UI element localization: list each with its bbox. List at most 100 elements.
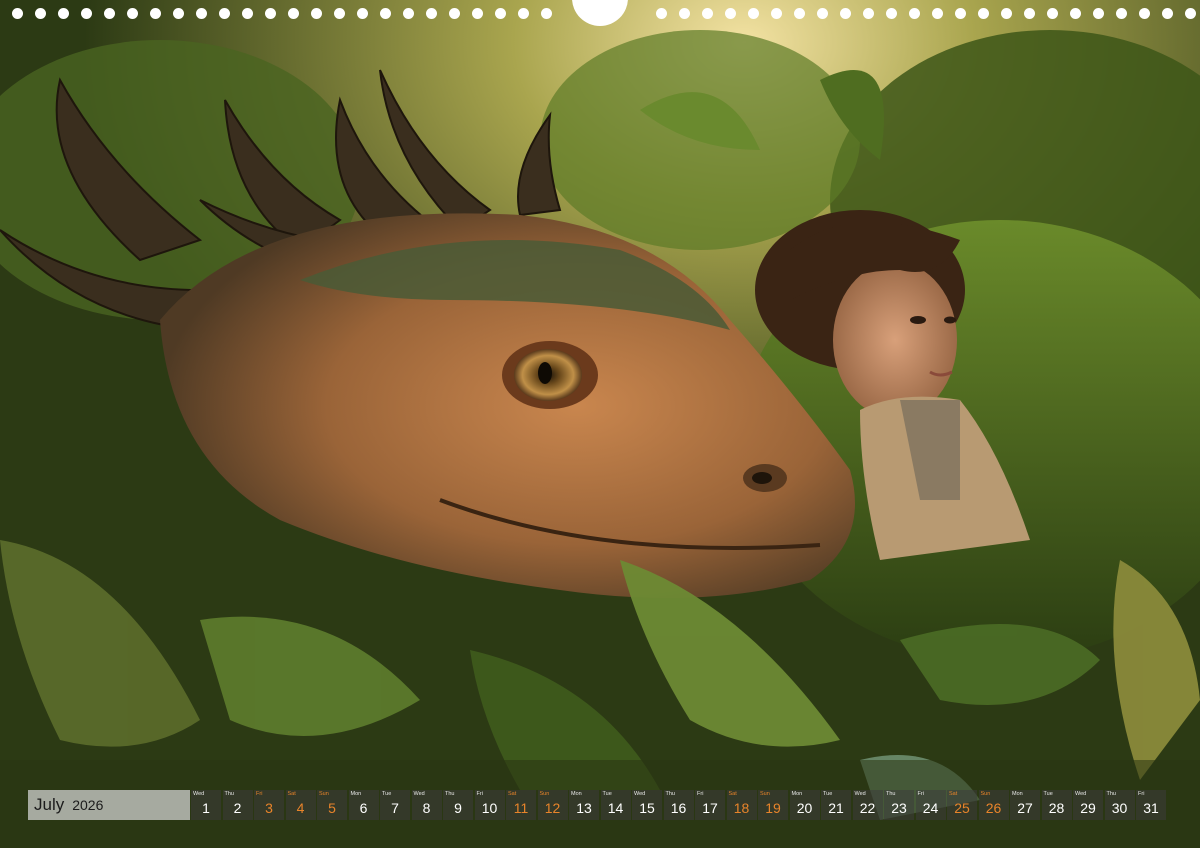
binding-hole [794,8,805,19]
binding-hole [1093,8,1104,19]
binding-hole [1070,8,1081,19]
weekday-label: Tue [1043,791,1053,797]
binding-hole [35,8,46,19]
day-cell: Sun 26 [978,790,1009,820]
weekday-label: Thu [445,791,455,797]
day-number: 1 [202,800,210,816]
day-number: 6 [359,800,368,816]
weekday-label: Tue [823,791,833,797]
binding-hole [311,8,322,19]
day-cell: Sun 12 [537,790,568,820]
day-cell: Tue 28 [1041,790,1072,820]
day-cell: Thu 30 [1104,790,1135,820]
weekday-label: Sat [728,791,737,797]
binding-hole [219,8,230,19]
binding-hole [541,8,552,19]
binding-hole [472,8,483,19]
day-cells: Wed 1 Thu 2 Fri 3 Sat 4 Sun 5 Mon 6 Tue 7 Wed 8 Thu 9 Fri 1… [191,790,1168,820]
day-cell: Thu 2 [222,790,253,820]
day-cell: Fri 17 [695,790,725,820]
day-cell: Sat 4 [285,790,316,820]
weekday-label: Fri [476,791,483,797]
weekday-label: Thu [886,791,896,797]
weekday-label: Sat [287,791,296,797]
binding-hole [932,8,943,19]
weekday-label: Tue [602,791,612,797]
weekday-label: Wed [193,791,205,797]
weekday-label: Sat [949,791,958,797]
weekday-label: Sat [508,791,517,797]
weekday-label: Wed [634,791,646,797]
binding-hole [150,8,161,19]
binding-hole [449,8,460,19]
binding-hole [127,8,138,19]
binding-hole [817,8,828,19]
day-cell: Wed 1 [191,790,221,820]
weekday-label: Wed [854,791,866,797]
year-label: 2026 [72,797,104,813]
day-number: 29 [1080,800,1096,816]
weekday-label: Sun [980,791,991,797]
day-number: 19 [765,800,781,816]
binding-hole [886,8,897,19]
day-number: 15 [639,800,655,816]
weekday-label: Mon [571,791,582,797]
day-number: 24 [922,800,939,816]
weekday-label: Thu [224,791,234,797]
day-number: 3 [265,800,273,816]
binding-hole [196,8,207,19]
weekday-label: Fri [256,791,263,797]
day-cell: Fri 10 [474,790,505,820]
day-cell: Tue 14 [600,790,631,820]
day-cell: Fri 31 [1136,790,1166,820]
binding-hole [771,8,782,19]
day-cell: Fri 3 [254,790,284,820]
day-number: 26 [985,800,1002,816]
binding-hole [12,8,23,19]
day-number: 22 [859,800,876,816]
binding-hole [403,8,414,19]
day-cell: Mon 6 [348,790,379,820]
day-cell: Tue 21 [821,790,851,820]
weekday-label: Tue [382,791,392,797]
binding-hole [1185,8,1196,19]
day-number: 20 [796,800,813,816]
binding-hole [81,8,92,19]
day-number: 31 [1143,800,1159,816]
weekday-label: Mon [1012,791,1023,797]
day-number: 2 [233,800,242,816]
day-cell: Sat 18 [726,790,757,820]
day-number: 12 [544,800,561,816]
day-cell: Tue 7 [380,790,410,820]
weekday-label: Sun [539,791,550,797]
day-number: 18 [733,800,750,816]
day-number: 27 [1017,800,1033,816]
day-number: 21 [828,800,844,816]
weekday-label: Wed [413,791,425,797]
weekday-label: Mon [350,791,362,797]
binding-hole [748,8,759,19]
day-cell: Wed 22 [852,790,883,820]
binding-hole [679,8,690,19]
day-number: 30 [1111,800,1128,816]
day-number: 9 [454,800,462,816]
day-number: 7 [391,800,399,816]
day-cell: Wed 8 [411,790,442,820]
day-number: 13 [576,800,592,816]
day-number: 11 [513,800,529,816]
day-cell: Thu 23 [884,790,914,820]
day-cell: Sun 19 [758,790,788,820]
weekday-label: Sun [760,791,770,797]
month-label: July 2026 [28,790,190,820]
binding-hole [702,8,713,19]
day-number: 5 [328,800,336,816]
day-number: 17 [702,800,718,816]
binding-hole [1024,8,1035,19]
day-cell: Wed 15 [632,790,662,820]
calendar-strip: July 2026 Wed 1 Thu 2 Fri 3 Sat 4 Sun 5 Mon 6 Tue 7 We… [28,790,1172,820]
binding-hole [656,8,667,19]
day-cell: Thu 16 [663,790,694,820]
day-cell: Sat 25 [947,790,977,820]
binding-hole [978,8,989,19]
day-number: 10 [481,800,498,816]
